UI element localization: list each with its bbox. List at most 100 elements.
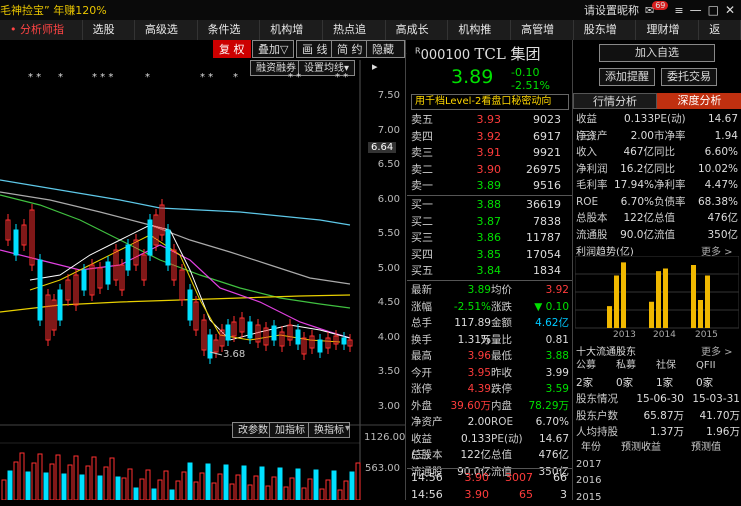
fund-row: 毛利率17.94%净利率4.47% <box>576 177 740 194</box>
menu-item-7[interactable]: 机构推荐 <box>448 20 511 40</box>
stat-row: 换手1.31%量比0.81 <box>411 332 569 349</box>
top-bar: 毛神捡宝” 年赚120% 请设置昵称 ✉ 69 ≡ — □ ✕ <box>0 0 741 20</box>
buy-row[interactable]: 买一3.8836619 <box>411 197 569 214</box>
fund-row: 收益(三)0.133PE(动)14.67 <box>576 111 740 128</box>
volume-bar <box>188 463 192 500</box>
candle <box>14 230 18 255</box>
menu-item-0[interactable]: • 分析师指数 <box>0 20 83 40</box>
volume-bars <box>2 453 360 500</box>
nickname-link[interactable]: 请设置昵称 <box>584 2 639 18</box>
volume-bar <box>218 474 222 500</box>
volume-bar <box>104 467 108 500</box>
volume-bar <box>296 469 300 500</box>
volume-bar <box>278 468 282 500</box>
volume-bar <box>80 475 84 500</box>
volume-bar <box>290 478 294 500</box>
candle <box>82 270 86 290</box>
menu-item-2[interactable]: 高级选股 <box>135 20 198 40</box>
volume-bar <box>332 471 336 500</box>
menu-item-4[interactable]: 机构增仓 <box>260 20 323 40</box>
sell-row[interactable]: 卖五3.939023 <box>411 112 569 129</box>
menu-item-6[interactable]: 高成长性 <box>386 20 449 40</box>
volume-bar <box>314 470 318 500</box>
buy-row[interactable]: 买五3.841834 <box>411 263 569 280</box>
volume-bar <box>14 462 18 500</box>
holders-row: 股东户数65.87万41.70万 <box>576 408 740 425</box>
promo-text[interactable]: 毛神捡宝” 年赚120% <box>0 2 107 18</box>
stats-table: 最新3.89均价3.92涨幅-2.51%涨跌▼ 0.10总手117.89万金额4… <box>411 282 569 480</box>
profit-bar <box>705 276 710 329</box>
add-alert-button[interactable]: 添加提醒 <box>599 68 655 86</box>
volume-bar <box>128 469 132 500</box>
change-params-button[interactable]: 改参数 <box>232 422 274 438</box>
volume-bar <box>260 467 264 500</box>
menu-item-1[interactable]: 选股器 <box>83 20 135 40</box>
menu-item-10[interactable]: 理财增值 <box>636 20 699 40</box>
volume-bar <box>326 480 330 500</box>
trade-button[interactable]: 委托交易 <box>661 68 717 86</box>
vol-label-high: 1126.00 <box>364 432 400 443</box>
volume-bar <box>44 473 48 500</box>
volume-bar <box>320 489 324 500</box>
profit-bar <box>649 302 654 328</box>
sell-row[interactable]: 卖三3.919921 <box>411 145 569 162</box>
y-axis-label: 5.00 <box>364 263 400 274</box>
event-star[interactable]: * * <box>335 72 348 83</box>
stat-row: 最高3.96最低3.88 <box>411 348 569 365</box>
notification-badge: 69 <box>652 1 668 10</box>
switch-indicator-button[interactable]: 换指标 <box>308 422 350 438</box>
volume-bar <box>356 463 360 500</box>
tab-deep-analysis[interactable]: 深度分析 <box>657 93 741 109</box>
stat-row: 今开3.95昨收3.99 <box>411 365 569 382</box>
sell-row[interactable]: 卖四3.926917 <box>411 129 569 146</box>
maximize-button[interactable]: □ <box>708 3 719 17</box>
volume-bar <box>224 465 228 500</box>
kline-chart-panel[interactable]: 复 权 叠加▽ 画 线 简 约 隐藏▸ 融资融券 设置均线▾ 3.68 7.50… <box>0 40 406 500</box>
event-star[interactable]: * * <box>200 72 213 83</box>
sell-row[interactable]: 卖一3.899516 <box>411 178 569 195</box>
sell-row[interactable]: 卖二3.9026975 <box>411 162 569 179</box>
fund-row: 收入467亿同比6.60% <box>576 144 740 161</box>
event-star[interactable]: * * <box>28 72 41 83</box>
buy-row[interactable]: 买四3.8517054 <box>411 247 569 264</box>
candle <box>226 325 230 340</box>
event-star[interactable]: * <box>145 72 150 83</box>
buy-row[interactable]: 买二3.877838 <box>411 214 569 231</box>
buy-row[interactable]: 买三3.8611787 <box>411 230 569 247</box>
volume-bar <box>170 490 174 500</box>
holders-more-link[interactable]: 更多 > <box>701 343 733 358</box>
menu-item-11[interactable]: 返回 <box>699 20 741 40</box>
volume-bar <box>26 472 30 500</box>
menu-item-3[interactable]: 条件选股 <box>198 20 261 40</box>
event-star[interactable]: * <box>58 72 63 83</box>
volume-bar <box>254 476 258 500</box>
y-axis-label: 7.50 <box>364 90 400 101</box>
event-star[interactable]: * * * <box>92 72 113 83</box>
event-star[interactable]: * * <box>288 72 301 83</box>
stat-row: 收益(三)0.133PE(动)14.67 <box>411 431 569 448</box>
add-watchlist-button[interactable]: 加入自选 <box>599 44 715 62</box>
event-star[interactable]: * <box>233 72 238 83</box>
forecast-row: 2017 <box>576 457 740 474</box>
minimize-button[interactable]: — <box>690 3 702 17</box>
level2-ad-link[interactable]: 用千档Level-2看盘口秘密动向 <box>411 94 569 110</box>
scroll-arrow-icon[interactable]: ▾ <box>345 423 350 434</box>
menu-item-9[interactable]: 股东增持 <box>574 20 637 40</box>
close-button[interactable]: ✕ <box>725 3 735 17</box>
fund-row: 总股本122亿总值476亿 <box>576 210 740 227</box>
add-indicator-button[interactable]: 加指标 <box>269 422 311 438</box>
candle <box>272 326 276 340</box>
list-icon[interactable]: ≡ <box>674 4 683 17</box>
volume-bar <box>344 481 348 500</box>
profit-bar <box>614 276 619 329</box>
menu-item-5[interactable]: 热点追击 <box>323 20 386 40</box>
fund-row: 净利润16.2亿同比10.02% <box>576 161 740 178</box>
y-axis-label: 4.00 <box>364 332 400 343</box>
menu-item-8[interactable]: 高管增持 <box>511 20 574 40</box>
volume-bar <box>74 456 78 500</box>
forecast-table: 年份预测收益预测值201720162015 <box>576 440 740 506</box>
price-change: -0.10 <box>511 66 539 79</box>
volume-bar <box>92 457 96 500</box>
fundamentals-table: 收益(三)0.133PE(动)14.67净资产2.00市净率1.94收入467亿… <box>576 111 740 243</box>
tab-market-analysis[interactable]: 行情分析 <box>573 93 657 109</box>
